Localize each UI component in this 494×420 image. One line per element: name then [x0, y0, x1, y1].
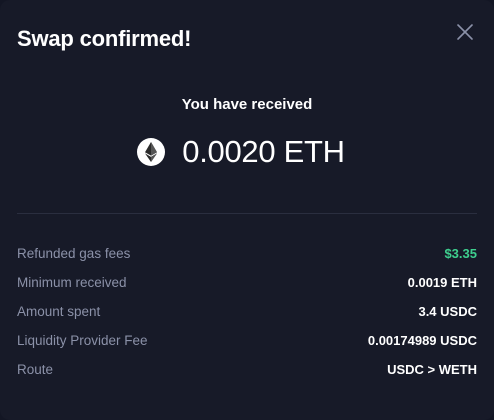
detail-row-minimum-received: Minimum received 0.0019 ETH [17, 268, 477, 297]
received-label: You have received [181, 96, 313, 113]
detail-value: 3.4 USDC [418, 304, 477, 319]
detail-label: Liquidity Provider Fee [17, 333, 148, 348]
detail-label: Refunded gas fees [17, 246, 131, 261]
detail-value: 0.00174989 USDC [367, 333, 477, 348]
detail-label: Amount spent [17, 304, 101, 319]
dialog-title: Swap confirmed! [17, 26, 192, 51]
ethereum-icon [137, 138, 166, 166]
divider [17, 213, 477, 214]
detail-row-refunded-gas-fees: Refunded gas fees $3.35 [17, 239, 477, 268]
detail-label: Minimum received [17, 275, 127, 290]
detail-row-route: Route USDC > WETH [17, 355, 477, 384]
swap-confirmed-dialog: Swap confirmed! You have received 0.0020… [0, 0, 494, 420]
detail-value: 0.0019 ETH [407, 275, 477, 290]
received-amount-row: 0.0020 ETH [0, 132, 494, 172]
close-icon[interactable] [453, 20, 477, 44]
detail-value: USDC > WETH [387, 362, 477, 377]
received-amount: 0.0020 ETH [182, 134, 345, 169]
detail-label: Route [17, 362, 54, 377]
detail-row-amount-spent: Amount spent 3.4 USDC [17, 297, 477, 326]
detail-row-liquidity-provider-fee: Liquidity Provider Fee 0.00174989 USDC [17, 326, 477, 355]
swap-details-list: Refunded gas fees $3.35 Minimum received… [17, 239, 477, 384]
detail-value: $3.35 [444, 246, 477, 261]
